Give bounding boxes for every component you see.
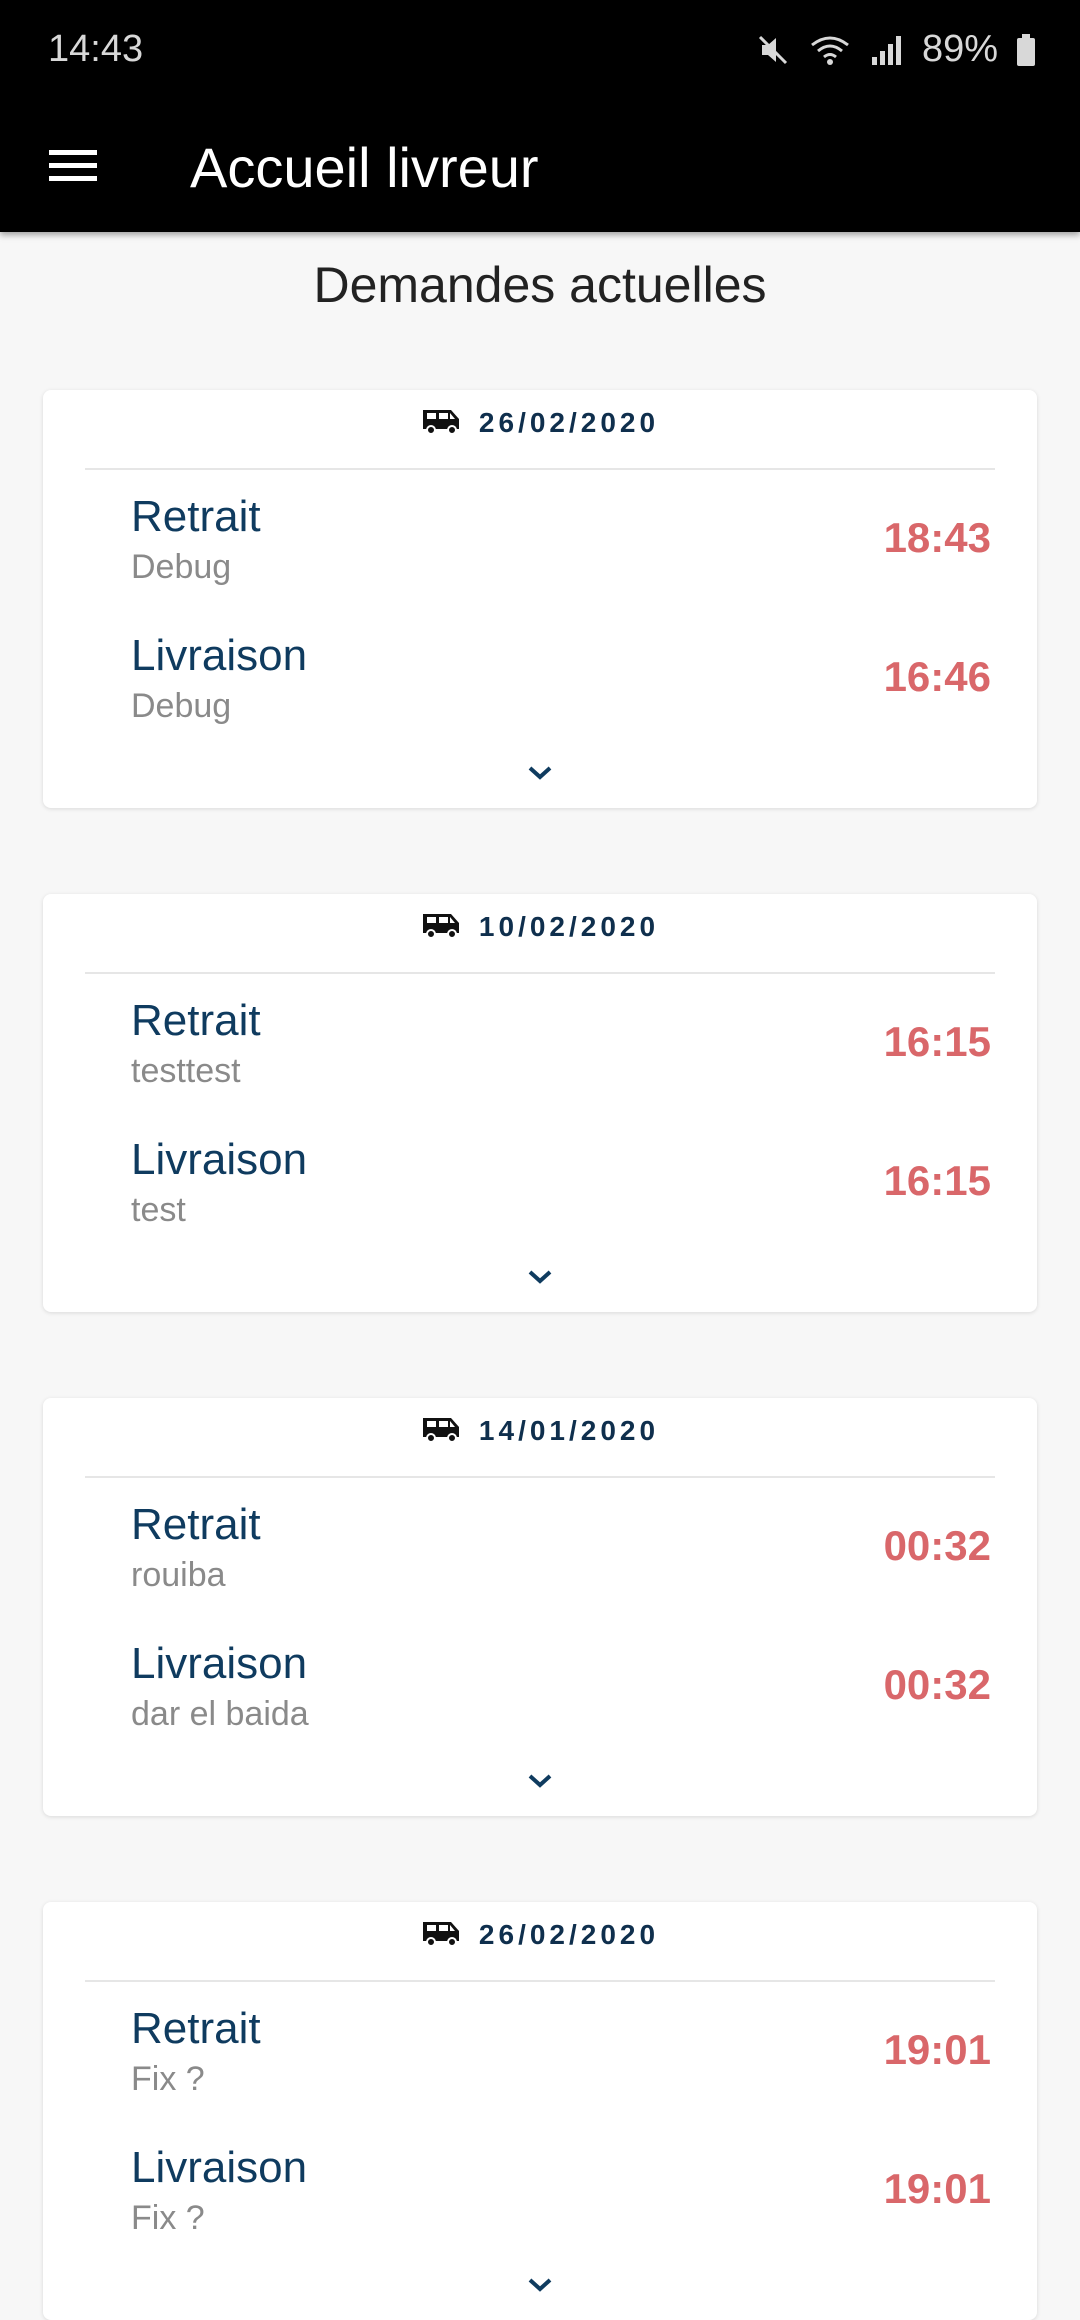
pickup-row[interactable]: Retrait testtest 16:15	[131, 996, 991, 1096]
request-card[interactable]: 26/02/2020 Retrait Fix ? 19:01 Livraison…	[43, 1902, 1037, 2320]
pickup-label: Retrait	[131, 1500, 261, 1549]
mute-icon	[756, 33, 790, 67]
divider	[85, 1980, 995, 1982]
delivery-label: Livraison	[131, 1135, 308, 1184]
pickup-label: Retrait	[131, 2004, 261, 2053]
card-date: 10/02/2020	[478, 911, 660, 942]
page-title: Accueil livreur	[190, 136, 539, 199]
pickup-label: Retrait	[131, 492, 261, 541]
divider	[85, 1476, 995, 1478]
expand-button[interactable]	[515, 2272, 565, 2302]
card-header: 14/01/2020	[43, 1398, 1037, 1464]
card-header: 26/02/2020	[43, 390, 1037, 456]
divider	[85, 972, 995, 974]
delivery-time: 00:32	[883, 1661, 991, 1708]
pickup-row[interactable]: Retrait Fix ? 19:01	[131, 2004, 991, 2104]
truck-icon	[421, 1919, 463, 1952]
delivery-row[interactable]: Livraison Fix ? 19:01	[131, 2143, 991, 2243]
app-bar: Accueil livreur	[0, 105, 1080, 232]
delivery-place: dar el baida	[131, 1695, 309, 1733]
pickup-row[interactable]: Retrait rouiba 00:32	[131, 1500, 991, 1600]
chevron-down-icon	[527, 765, 553, 786]
pickup-time: 00:32	[883, 1522, 991, 1569]
expand-button[interactable]	[515, 1264, 565, 1294]
delivery-time: 19:01	[883, 2165, 991, 2212]
delivery-row[interactable]: Livraison Debug 16:46	[131, 631, 991, 731]
menu-button[interactable]	[36, 135, 110, 201]
card-date: 14/01/2020	[478, 1415, 660, 1446]
pickup-place: Fix ?	[131, 2060, 205, 2098]
expand-button[interactable]	[515, 760, 565, 790]
delivery-place: Fix ?	[131, 2199, 205, 2237]
battery-icon	[1016, 33, 1036, 67]
card-header: 26/02/2020	[43, 1902, 1037, 1968]
wifi-icon	[808, 33, 852, 67]
signal-icon	[870, 33, 904, 67]
pickup-time: 18:43	[883, 514, 991, 561]
chevron-down-icon	[527, 1773, 553, 1794]
request-card[interactable]: 26/02/2020 Retrait Debug 18:43 Livraison…	[43, 390, 1037, 808]
status-bar: 14:43 89%	[0, 0, 1080, 105]
card-header: 10/02/2020	[43, 894, 1037, 960]
delivery-time: 16:15	[883, 1157, 991, 1204]
pickup-label: Retrait	[131, 996, 261, 1045]
hamburger-menu-icon	[49, 148, 97, 189]
delivery-time: 16:46	[883, 653, 991, 700]
truck-icon	[421, 1415, 463, 1448]
status-icons: 89%	[756, 28, 1036, 71]
truck-icon	[421, 911, 463, 944]
delivery-label: Livraison	[131, 631, 308, 680]
chevron-down-icon	[527, 1269, 553, 1290]
delivery-row[interactable]: Livraison test 16:15	[131, 1135, 991, 1235]
truck-icon	[421, 407, 463, 440]
battery-percent: 89%	[921, 28, 998, 70]
status-time: 14:43	[48, 28, 144, 70]
delivery-place: test	[131, 1191, 186, 1229]
request-card[interactable]: 10/02/2020 Retrait testtest 16:15 Livrai…	[43, 894, 1037, 1312]
card-date: 26/02/2020	[478, 407, 660, 438]
pickup-place: rouiba	[131, 1556, 226, 1594]
delivery-row[interactable]: Livraison dar el baida 00:32	[131, 1639, 991, 1739]
request-card[interactable]: 14/01/2020 Retrait rouiba 00:32 Livraiso…	[43, 1398, 1037, 1816]
pickup-place: Debug	[131, 548, 232, 586]
pickup-time: 19:01	[883, 2026, 991, 2073]
expand-button[interactable]	[515, 1768, 565, 1798]
delivery-place: Debug	[131, 687, 232, 725]
pickup-row[interactable]: Retrait Debug 18:43	[131, 492, 991, 592]
delivery-label: Livraison	[131, 1639, 308, 1688]
pickup-place: testtest	[131, 1052, 241, 1090]
card-date: 26/02/2020	[478, 1919, 660, 1950]
pickup-time: 16:15	[883, 1018, 991, 1065]
delivery-label: Livraison	[131, 2143, 308, 2192]
section-title: Demandes actuelles	[313, 257, 767, 313]
divider	[85, 468, 995, 470]
